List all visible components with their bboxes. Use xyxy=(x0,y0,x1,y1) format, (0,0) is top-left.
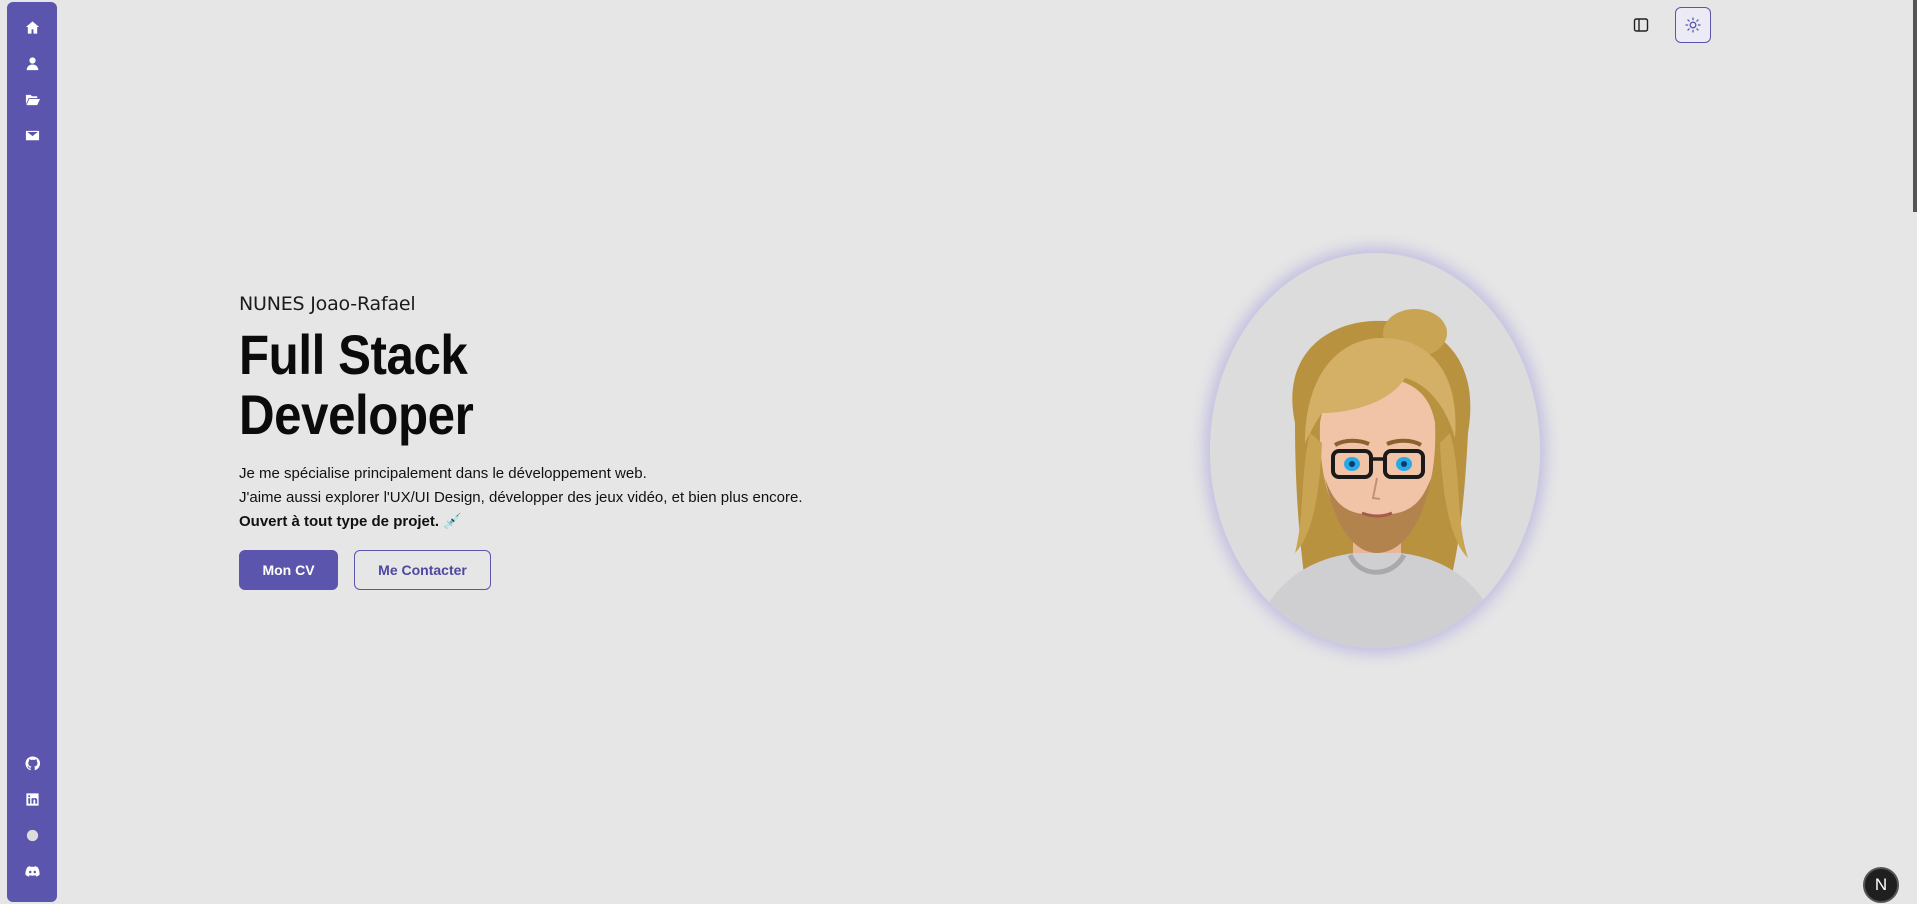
hero-desc-line3: Ouvert à tout type de projet. xyxy=(239,513,440,530)
sidebar-item-website[interactable] xyxy=(20,823,44,847)
sidebar-item-about[interactable] xyxy=(20,51,44,75)
hero-title: Full Stack Developer xyxy=(239,325,855,445)
cv-button[interactable]: Mon CV xyxy=(239,550,338,590)
folder-open-icon xyxy=(25,94,40,105)
github-icon xyxy=(24,755,40,770)
sidebar-layout-icon xyxy=(1633,18,1649,32)
hero-name: NUNES Joao-Rafael xyxy=(239,293,416,315)
linkedin-icon xyxy=(25,792,39,806)
hero-title-line1: Full Stack xyxy=(239,323,468,386)
avatar-illustration xyxy=(1210,253,1540,648)
contact-button[interactable]: Me Contacter xyxy=(354,550,491,590)
avatar xyxy=(1210,253,1540,648)
sidebar-item-linkedin[interactable] xyxy=(20,787,44,811)
sidebar-item-home[interactable] xyxy=(20,15,44,39)
nextjs-badge-label: N xyxy=(1874,875,1888,894)
hero-desc-line2: J'aime aussi explorer l'UX/UI Design, dé… xyxy=(239,489,803,506)
theme-toggle-button[interactable] xyxy=(1675,7,1711,43)
sidebar-item-discord[interactable] xyxy=(20,859,44,883)
envelope-icon xyxy=(25,130,39,140)
circle-icon xyxy=(26,829,38,841)
home-icon xyxy=(25,20,39,34)
layout-toggle-button[interactable] xyxy=(1623,7,1659,43)
hero-desc-line3-wrap: Ouvert à tout type de projet. 💉 xyxy=(239,510,939,534)
sidebar-item-github[interactable] xyxy=(20,751,44,775)
discord-icon xyxy=(24,865,40,877)
hero-description: Je me spécialise principalement dans le … xyxy=(239,462,939,534)
sun-icon xyxy=(1685,17,1701,33)
hero-title-line2: Developer xyxy=(239,383,474,446)
hero-buttons: Mon CV Me Contacter xyxy=(239,550,939,590)
syringe-emoji: 💉 xyxy=(443,513,462,530)
sidebar xyxy=(7,2,57,902)
hero-section: NUNES Joao-Rafael Full Stack Developer J… xyxy=(239,293,939,590)
sidebar-item-projects[interactable] xyxy=(20,87,44,111)
sidebar-item-contact[interactable] xyxy=(20,123,44,147)
nextjs-dev-badge[interactable]: N xyxy=(1863,867,1899,903)
hero-desc-line1: Je me spécialise principalement dans le … xyxy=(239,465,647,482)
scrollbar-thumb[interactable] xyxy=(1913,0,1917,212)
user-icon xyxy=(26,56,38,70)
